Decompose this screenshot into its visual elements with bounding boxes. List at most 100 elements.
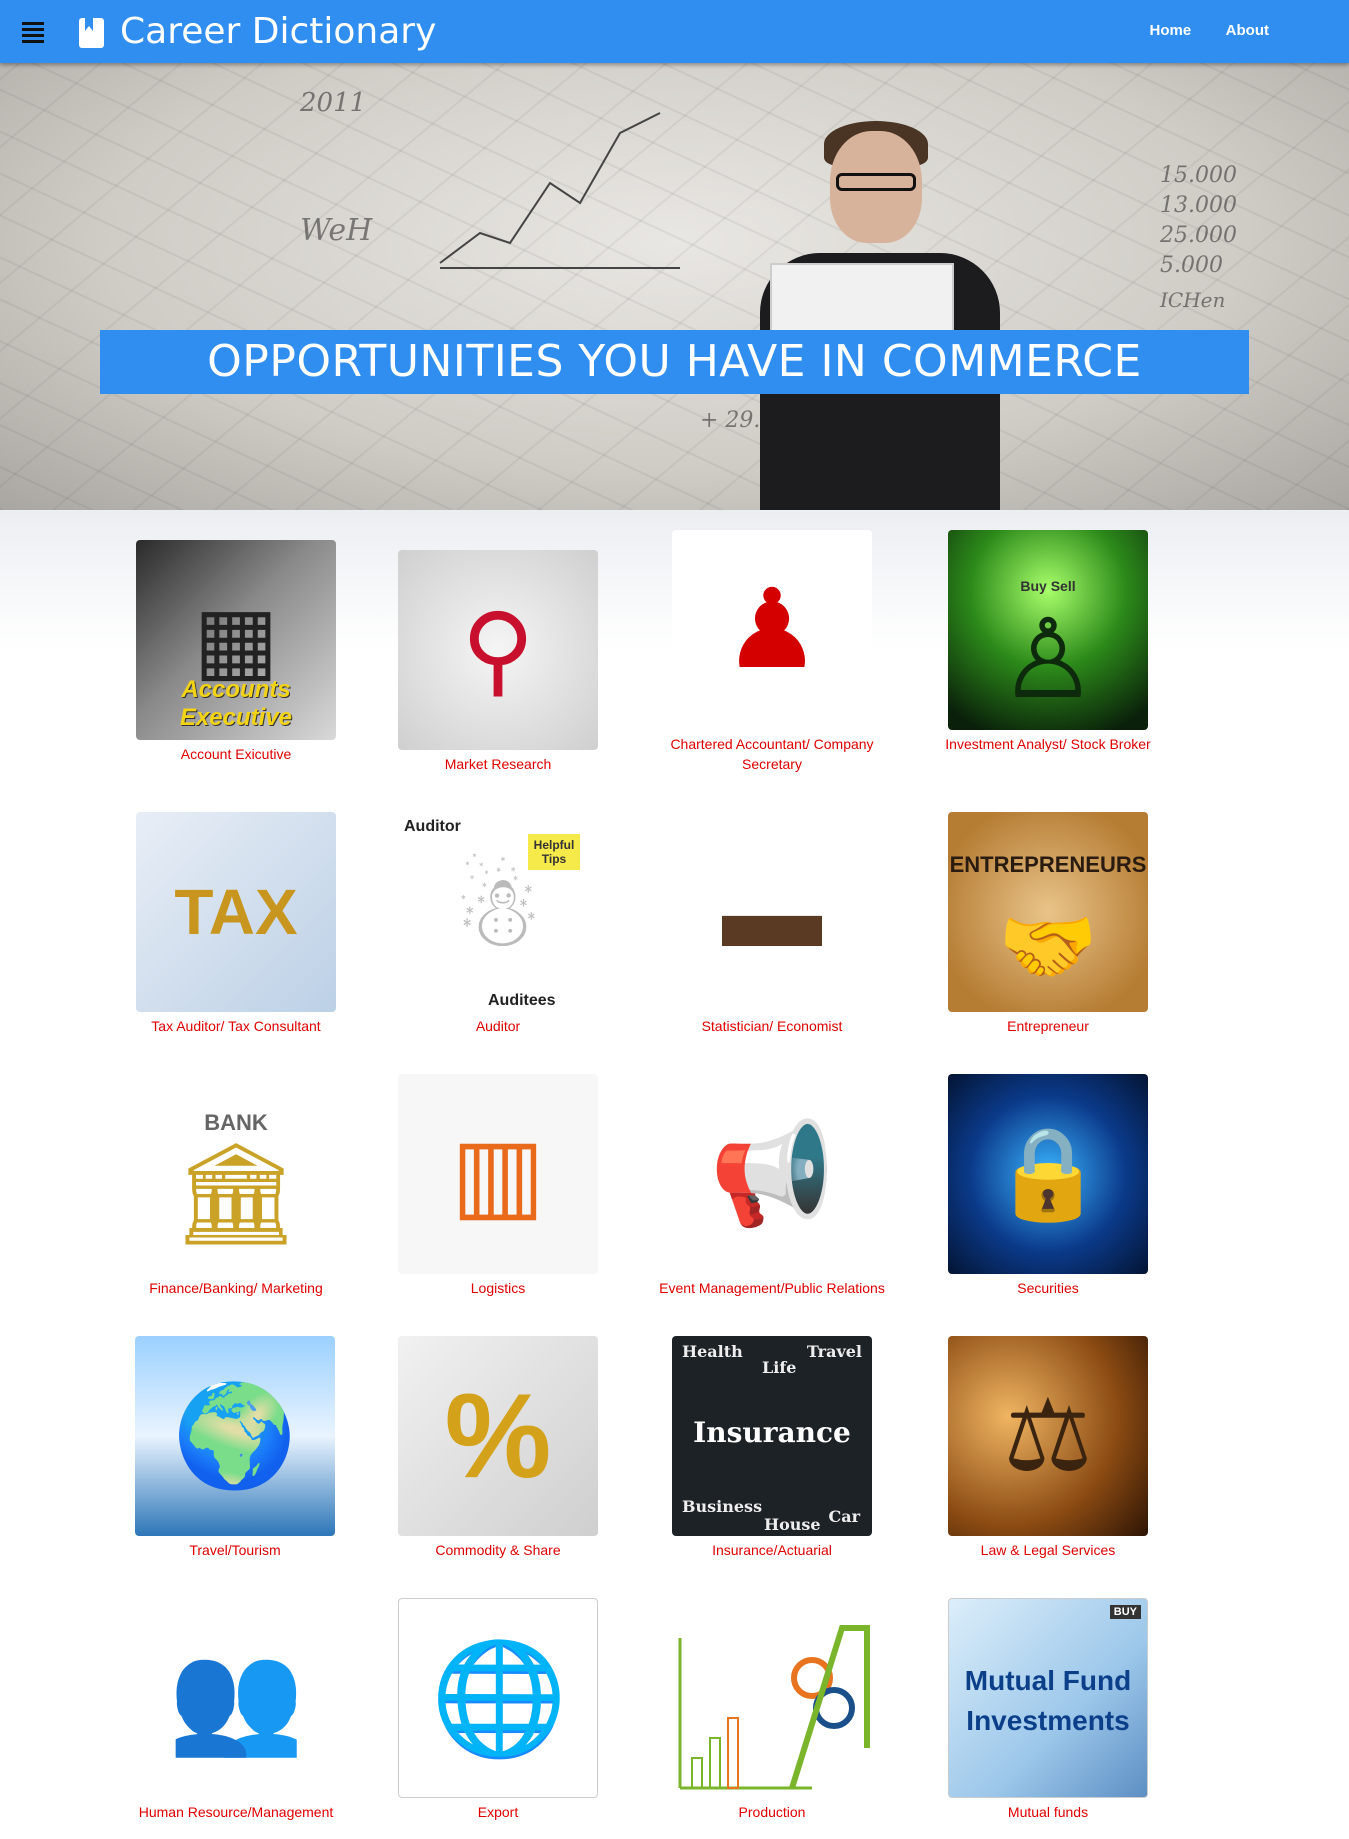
image-caption: Health [682,1342,743,1361]
career-label[interactable]: Market Research [368,754,628,774]
image-caption: Life [762,1358,797,1377]
image-caption: Mutual Fund Investments [964,1665,1132,1736]
careers-grid: ▦ Accounts Executive Account Exicutive ⚲… [0,510,1349,1839]
hero-title-banner: OPPORTUNITIES YOU HAVE IN COMMERCE [100,330,1249,394]
career-card-mutual-funds[interactable]: BUY Mutual Fund Investments Mutual funds [918,1598,1178,1822]
career-card-logistics[interactable]: ▥ Logistics [368,1074,628,1298]
image-caption: BUY [1109,1605,1141,1619]
percent-sign-graphic: % [444,1369,552,1503]
bank-image: BANK 🏛 [136,1074,336,1274]
production-image [672,1598,872,1798]
nav-about-link[interactable]: About [1226,22,1269,39]
career-card-securities[interactable]: 🔒 Securities [918,1074,1178,1298]
market-research-image: ⚲ [398,550,598,750]
career-card-export[interactable]: 🌐 Export [368,1598,628,1822]
career-label[interactable]: Finance/Banking/ Marketing [106,1278,366,1298]
megaphone-people-icon: 📢 [709,1118,835,1230]
tax-text-graphic: TAX [174,876,298,948]
career-label[interactable]: Export [368,1802,628,1822]
auditor-image: Auditor Helpful Tips ☃ Auditees [398,812,598,1012]
career-label[interactable]: Entrepreneur [918,1016,1178,1036]
hamburger-menu-icon[interactable] [22,22,44,43]
securities-image: 🔒 [948,1074,1148,1274]
career-label[interactable]: Event Management/Public Relations [642,1278,902,1298]
career-label[interactable]: Logistics [368,1278,628,1298]
account-executive-image: ▦ Accounts Executive [136,540,336,740]
insurance-image: Health Life Travel Insurance Business Ho… [672,1336,872,1536]
career-card-commodity-share[interactable]: % Commodity & Share [368,1336,628,1560]
career-card-chartered-accountant[interactable]: ♟ Chartered Accountant/ Company Secretar… [642,530,902,774]
law-legal-image: ⚖ [948,1336,1148,1536]
career-card-event-management[interactable]: 📢 Event Management/Public Relations [642,1074,902,1298]
career-card-account-executive[interactable]: ▦ Accounts Executive Account Exicutive [106,540,366,764]
bar-chart-magnifier-icon: ▥ [450,1118,546,1230]
career-card-entrepreneur[interactable]: ENTREPRENEURS 🤝 Entrepreneur [918,812,1178,1036]
career-label[interactable]: Travel/Tourism [105,1540,365,1560]
career-card-market-research[interactable]: ⚲ Market Research [368,550,628,774]
career-card-law-legal[interactable]: ⚖ Law & Legal Services [918,1336,1178,1560]
globe-landmarks-icon: 🌍 [172,1380,298,1492]
hero-scribble: 5.000 [1160,253,1223,278]
hero-scribble: WeH [300,213,373,248]
career-card-production[interactable]: Production [642,1598,902,1822]
career-label[interactable]: Human Resource/Management [106,1802,366,1822]
magnifier-icon: ⚲ [461,594,535,706]
investment-analyst-image: Buy Sell ♙ [948,530,1148,730]
career-label[interactable]: Mutual funds [918,1802,1178,1822]
hero-line-graph-sketch [439,112,680,269]
career-card-tax-auditor[interactable]: TAX Tax Auditor/ Tax Consultant [106,812,366,1036]
career-label[interactable]: Commodity & Share [368,1540,628,1560]
top-app-bar: Career Dictionary Home About [0,0,1349,63]
top-nav: Home About [1120,22,1269,40]
image-caption: Business [682,1497,763,1516]
human-resource-image: 👥 [136,1598,336,1798]
career-label[interactable]: Investment Analyst/ Stock Broker [918,734,1178,754]
image-caption: Insurance [693,1416,851,1449]
image-caption: House [764,1515,821,1534]
career-label[interactable]: Auditor [368,1016,628,1036]
bookmark-book-icon [79,18,104,48]
travel-tourism-image: 🌍 [135,1336,335,1536]
export-image: 🌐 [398,1598,598,1798]
career-card-human-resource[interactable]: 👥 Human Resource/Management [106,1598,366,1822]
hero-scribble: 25.000 [1160,223,1237,248]
image-caption: Accounts Executive [179,676,293,731]
career-card-finance-banking[interactable]: BANK 🏛 Finance/Banking/ Marketing [106,1074,366,1298]
person-silhouette-icon: ♙ [998,598,1098,721]
career-label[interactable]: Tax Auditor/ Tax Consultant [106,1016,366,1036]
hero-scribble: 2011 [300,88,367,118]
career-label[interactable]: Production [642,1802,902,1822]
commodity-share-image: % [398,1336,598,1536]
career-label[interactable]: Securities [918,1278,1178,1298]
career-label[interactable]: Account Exicutive [106,744,366,764]
image-caption: Car [828,1507,860,1526]
leader-figure-icon: ♟ [722,568,822,691]
handshake-icon: 🤝 [998,902,1098,991]
hero-scribble: ICHen [1160,288,1226,312]
padlock-icon: 🔒 [991,1124,1105,1224]
event-management-image: 📢 [672,1074,872,1274]
tax-auditor-image: TAX [136,812,336,1012]
career-card-insurance[interactable]: Health Life Travel Insurance Business Ho… [642,1336,902,1560]
globe-transport-icon: 🌐 [430,1637,568,1760]
nav-home-link[interactable]: Home [1150,22,1192,39]
career-label[interactable]: Insurance/Actuarial [642,1540,902,1560]
hero-scribble: 13.000 [1160,193,1237,218]
bank-building-icon: 🏛 [172,1138,300,1250]
career-card-travel-tourism[interactable]: 🌍 Travel/Tourism [105,1336,365,1560]
career-label[interactable]: Chartered Accountant/ Company Secretary [642,734,902,774]
auditor-figure-icon: ☃ [453,856,543,968]
career-card-statistician[interactable]: ▬ Statistician/ Economist [642,812,902,1036]
hero-scribble: 15.000 [1160,163,1237,188]
hero-banner-image: 2011 15.000 13.000 25.000 5.000 + 29.000… [0,63,1349,510]
people-group-icon: 👥 [167,1636,305,1759]
career-label[interactable]: Law & Legal Services [918,1540,1178,1560]
chartered-accountant-image: ♟ [672,530,872,730]
image-caption: Auditees [488,992,556,1009]
image-caption: Travel [806,1342,862,1361]
career-card-investment-analyst[interactable]: Buy Sell ♙ Investment Analyst/ Stock Bro… [918,530,1178,754]
career-card-auditor[interactable]: Auditor Helpful Tips ☃ Auditees Auditor [368,812,628,1036]
career-label[interactable]: Statistician/ Economist [642,1016,902,1036]
man-at-laptop-photo [740,103,1020,510]
scales-of-justice-icon: ⚖ [1003,1380,1093,1492]
